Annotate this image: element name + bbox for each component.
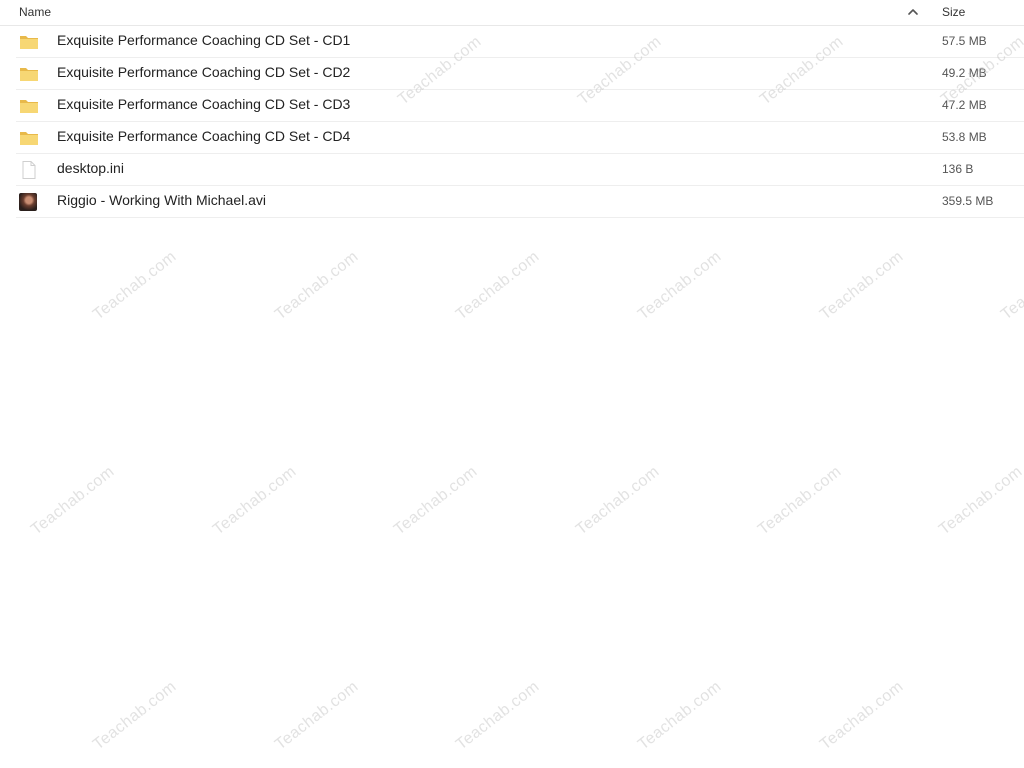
file-row[interactable]: desktop.ini 136 B: [16, 154, 1024, 186]
watermark: Teachab.com: [573, 463, 663, 539]
file-list: Exquisite Performance Coaching CD Set - …: [16, 26, 1024, 218]
folder-icon: [19, 96, 39, 116]
size-column-header[interactable]: Size: [942, 5, 965, 19]
watermark: Teachab.com: [635, 678, 725, 754]
file-size: 136 B: [942, 162, 974, 176]
watermark: Teachab.com: [755, 463, 845, 539]
file-row[interactable]: Exquisite Performance Coaching CD Set - …: [16, 90, 1024, 122]
file-size: 47.2 MB: [942, 98, 987, 112]
file-size: 359.5 MB: [942, 194, 994, 208]
watermark: Teachab.com: [817, 678, 907, 754]
watermark: Teachab.com: [453, 678, 543, 754]
list-header: Name Size: [0, 0, 1024, 26]
file-name: Exquisite Performance Coaching CD Set - …: [57, 64, 351, 80]
file-row[interactable]: Exquisite Performance Coaching CD Set - …: [16, 58, 1024, 90]
file-row[interactable]: Exquisite Performance Coaching CD Set - …: [16, 26, 1024, 58]
folder-icon: [19, 128, 39, 148]
chevron-up-icon[interactable]: [904, 3, 922, 21]
name-column-header[interactable]: Name: [19, 5, 51, 19]
watermark: Teachab.com: [998, 248, 1024, 324]
watermark: Teachab.com: [272, 248, 362, 324]
file-name: Exquisite Performance Coaching CD Set - …: [57, 96, 351, 112]
file-name: desktop.ini: [57, 160, 124, 176]
watermark: Teachab.com: [936, 463, 1024, 539]
file-row[interactable]: Exquisite Performance Coaching CD Set - …: [16, 122, 1024, 154]
watermark: Teachab.com: [391, 463, 481, 539]
watermark: Teachab.com: [272, 678, 362, 754]
file-name: Exquisite Performance Coaching CD Set - …: [57, 128, 351, 144]
file-size: 49.2 MB: [942, 66, 987, 80]
file-size: 57.5 MB: [942, 34, 987, 48]
watermark: Teachab.com: [210, 463, 300, 539]
watermark: Teachab.com: [90, 248, 180, 324]
folder-icon: [19, 32, 39, 52]
watermark: Teachab.com: [90, 678, 180, 754]
document-icon: [19, 160, 39, 180]
file-name: Riggio - Working With Michael.avi: [57, 192, 267, 208]
video-thumbnail-icon: [19, 193, 37, 211]
file-name: Exquisite Performance Coaching CD Set - …: [57, 32, 351, 48]
watermark: Teachab.com: [453, 248, 543, 324]
file-size: 53.8 MB: [942, 130, 987, 144]
watermark: Teachab.com: [817, 248, 907, 324]
watermark: Teachab.com: [28, 463, 118, 539]
folder-icon: [19, 64, 39, 84]
file-row[interactable]: Riggio - Working With Michael.avi 359.5 …: [16, 186, 1024, 218]
watermark: Teachab.com: [635, 248, 725, 324]
